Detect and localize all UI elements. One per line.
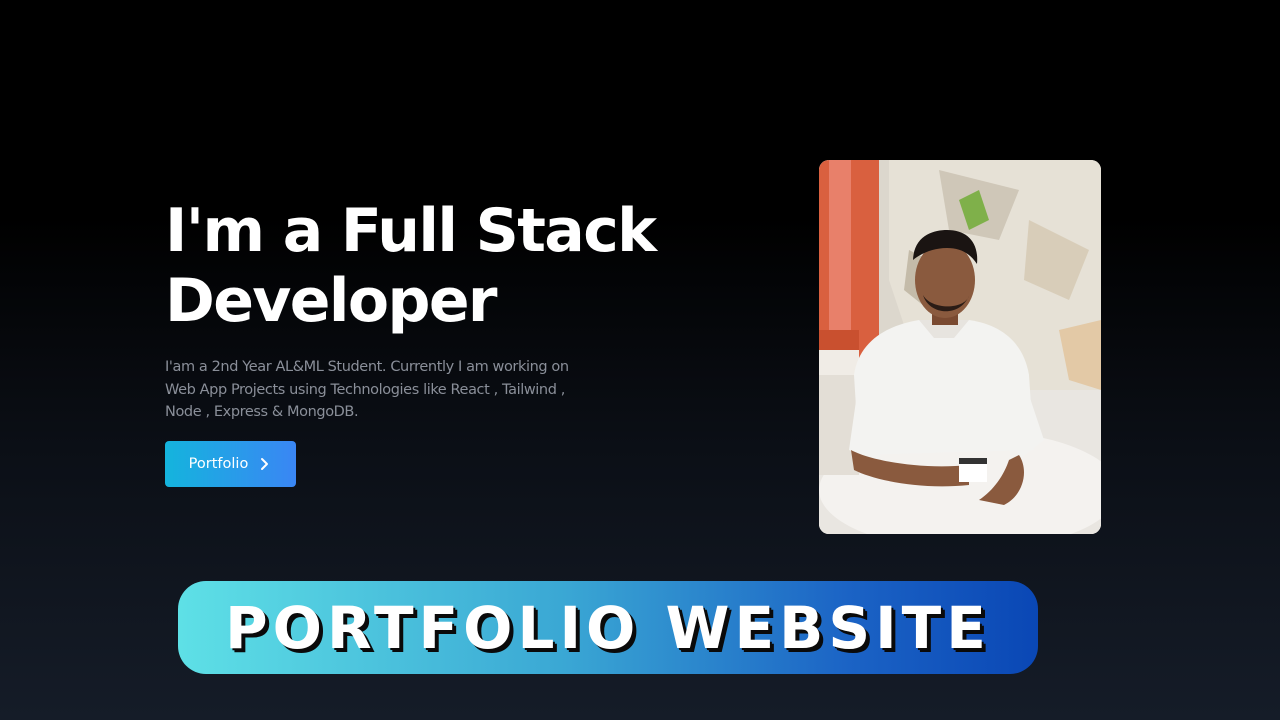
hero-text-block: I'm a Full Stack Developer I'am a 2nd Ye… — [165, 196, 685, 424]
title-banner: PORTFOLIO WEBSITE — [178, 581, 1038, 674]
headline-line-2: Developer — [165, 266, 498, 336]
headline-line-1: I'm a Full Stack — [165, 196, 657, 266]
portfolio-button-label: Portfolio — [188, 456, 249, 472]
hero-section: I'm a Full Stack Developer I'am a 2nd Ye… — [0, 0, 1280, 720]
portfolio-button[interactable]: Portfolio — [165, 441, 296, 487]
chevron-right-icon — [256, 456, 272, 472]
hero-headline: I'm a Full Stack Developer — [165, 196, 685, 336]
hero-description: I'am a 2nd Year AL&ML Student. Currently… — [165, 359, 569, 420]
banner-title: PORTFOLIO WEBSITE — [225, 593, 991, 662]
profile-photo — [819, 160, 1101, 534]
